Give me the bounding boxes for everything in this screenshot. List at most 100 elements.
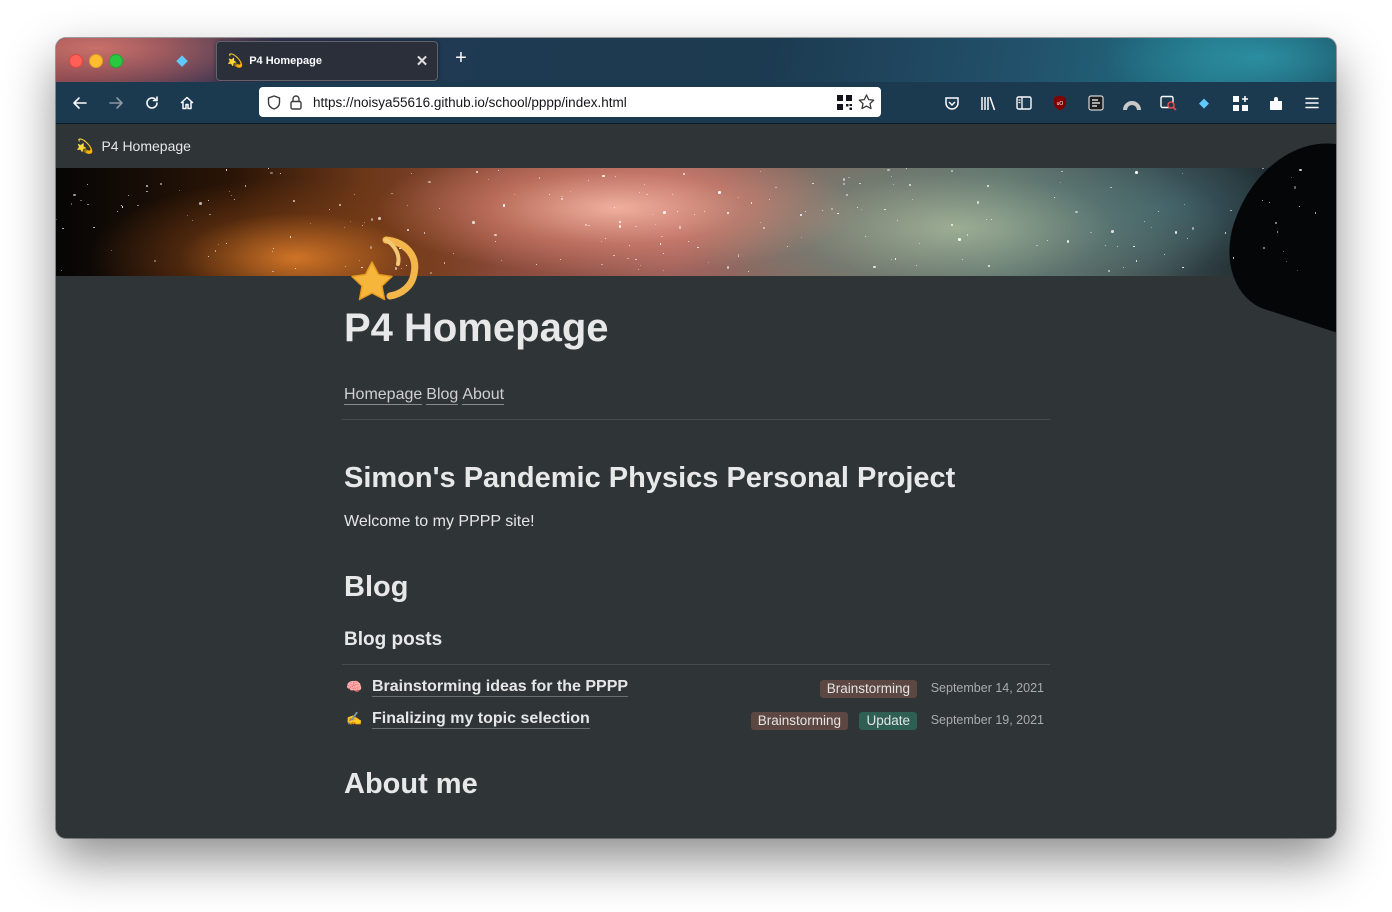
cover-star [646, 194, 648, 196]
cover-star [121, 206, 123, 208]
cover-star [812, 182, 814, 185]
cover-star [1230, 209, 1232, 212]
pinned-tab[interactable]: ◆ [166, 46, 198, 74]
zoom-window-button[interactable] [109, 54, 123, 68]
post-title[interactable]: Finalizing my topic selection [372, 710, 590, 729]
cover-star [912, 198, 914, 200]
page-icon-shooting-star[interactable] [346, 234, 426, 314]
cover-star [214, 250, 217, 252]
cover-star [775, 187, 777, 189]
cover-star [842, 182, 846, 186]
cover-star [660, 243, 662, 245]
cover-star [349, 220, 351, 223]
screenshot-search-icon[interactable] [1157, 92, 1179, 114]
cover-star [271, 250, 274, 252]
cover-star [618, 225, 622, 228]
cover-star [370, 218, 374, 221]
cover-star [339, 204, 341, 206]
cover-star [1262, 168, 1264, 170]
cover-star [292, 199, 296, 203]
welcome-text: Welcome to my PPPP site! [344, 513, 535, 530]
cover-star [986, 219, 988, 221]
cover-star [226, 243, 228, 245]
cover-star [80, 200, 82, 202]
cover-star [638, 268, 640, 270]
nav-bar: https://noisya55616.github.io/school/ppp… [56, 82, 1336, 124]
link-homepage[interactable]: Homepage [344, 386, 423, 405]
cover-star [663, 211, 666, 214]
topbar-title[interactable]: P4 Homepage [101, 138, 191, 154]
cover-star [391, 192, 393, 194]
reload-icon [146, 96, 158, 109]
bookmark-star-icon[interactable] [855, 91, 877, 113]
cover-star [884, 208, 886, 210]
link-about[interactable]: About [462, 386, 505, 405]
cover-star [799, 213, 803, 217]
browser-window: ◆ 💫 P4 Homepage ✕ + https://noisya55616.… [56, 38, 1336, 838]
cover-star [894, 258, 896, 260]
cover-star [270, 171, 273, 175]
cover-star [618, 220, 622, 224]
cover-star [443, 262, 446, 264]
cover-star [896, 219, 898, 222]
pocket-icon[interactable] [941, 92, 963, 114]
blog-posts-heading: Blog posts [344, 629, 443, 650]
back-button[interactable] [68, 91, 92, 115]
cover-star [991, 219, 993, 221]
cover-star [976, 201, 980, 204]
close-window-button[interactable] [69, 54, 83, 68]
lock-icon[interactable] [285, 91, 307, 113]
post-date: September 14, 2021 [930, 681, 1044, 695]
cover-star [1036, 244, 1038, 246]
cover-star [588, 179, 590, 182]
cover-star [748, 270, 750, 273]
cover-star [487, 178, 489, 181]
tab-active[interactable]: 💫 P4 Homepage ✕ [216, 41, 438, 81]
list-item[interactable]: ✍️ Finalizing my topic selection Brainst… [344, 708, 1048, 732]
link-blog[interactable]: Blog [426, 386, 459, 405]
url-bar[interactable]: https://noisya55616.github.io/school/ppp… [259, 87, 881, 117]
arc-extension-icon[interactable] [1121, 92, 1143, 114]
cover-star [890, 175, 893, 178]
cover-star [494, 233, 497, 237]
cover-star [411, 172, 413, 175]
reload-button[interactable] [140, 91, 164, 115]
extensions-puzzle-icon[interactable] [1265, 92, 1287, 114]
cover-star [145, 184, 149, 188]
notion-topbar: 💫 P4 Homepage [56, 124, 1336, 168]
cover-star [891, 258, 893, 261]
menu-hamburger-icon[interactable] [1301, 92, 1323, 114]
cover-star [726, 266, 730, 269]
cover-image [56, 124, 1336, 336]
grid-extension-icon[interactable] [1229, 92, 1251, 114]
shield-icon[interactable] [263, 91, 285, 113]
tab-bar: ◆ 💫 P4 Homepage ✕ + [56, 38, 1336, 82]
library-icon[interactable] [977, 92, 999, 114]
cover-star [116, 210, 118, 213]
forward-button[interactable] [104, 91, 128, 115]
diamond-extension-icon[interactable]: ◆ [1193, 92, 1215, 114]
cover-star [56, 218, 58, 220]
list-item[interactable]: 🧠 Brainstorming ideas for the PPPP Brain… [344, 676, 1048, 700]
cover-star [1090, 231, 1092, 234]
minimize-window-button[interactable] [89, 54, 103, 68]
cover-star [662, 253, 665, 255]
cover-star [209, 214, 211, 216]
brain-icon: 🧠 [346, 679, 363, 694]
close-tab-icon[interactable]: ✕ [411, 52, 433, 70]
ublock-icon[interactable]: uO [1049, 92, 1071, 114]
cover-star [856, 206, 858, 208]
cover-star [1299, 168, 1302, 172]
shooting-star-icon: 💫 [76, 137, 94, 154]
notebook-extension-icon[interactable] [1085, 92, 1107, 114]
qr-code-icon[interactable] [833, 91, 855, 113]
cover-star [864, 236, 867, 238]
blog-posts-divider [342, 664, 1050, 665]
home-button[interactable] [175, 91, 199, 115]
new-tab-button[interactable]: + [449, 47, 473, 70]
cover-star [661, 236, 663, 238]
cover-star [762, 226, 766, 230]
sidebar-icon[interactable] [1013, 92, 1035, 114]
post-title[interactable]: Brainstorming ideas for the PPPP [372, 678, 629, 697]
cover-star [429, 271, 433, 275]
